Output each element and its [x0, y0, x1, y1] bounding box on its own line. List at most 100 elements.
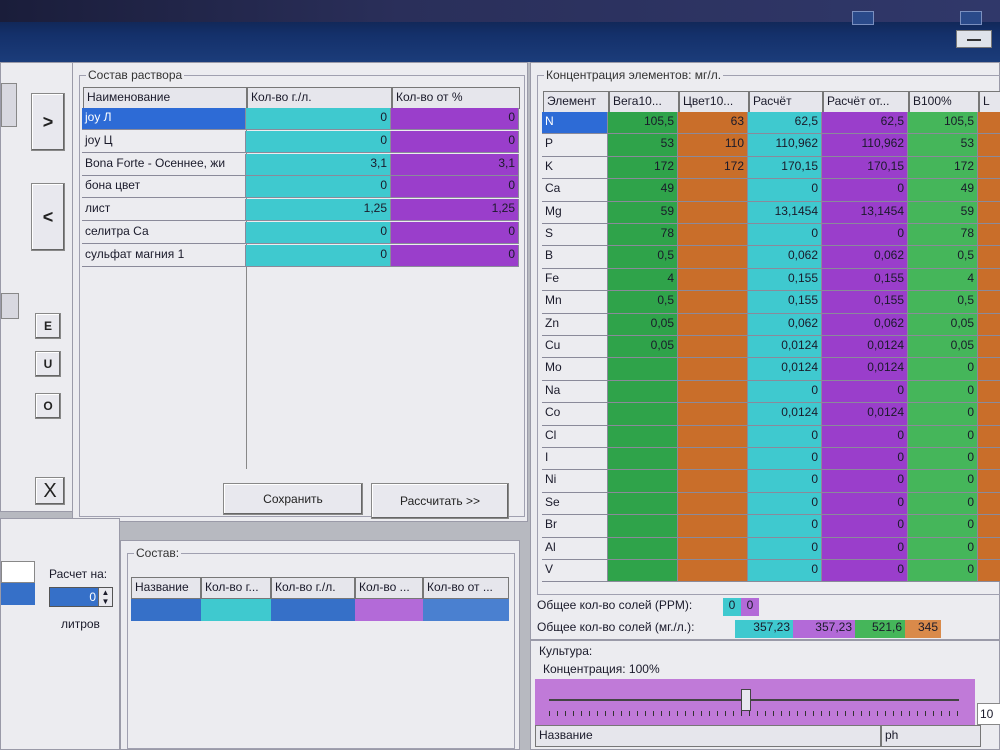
element-cell-cvet[interactable]: 63	[678, 112, 748, 135]
element-row[interactable]: Co 0,0124 0,0124 0	[542, 403, 1000, 426]
slider-thumb[interactable]	[740, 689, 751, 711]
solution-cell-grams[interactable]: 0	[246, 222, 391, 244]
element-cell-vega[interactable]	[608, 515, 678, 538]
element-cell-b100[interactable]: 0	[908, 403, 978, 426]
element-cell-cvet[interactable]	[678, 201, 748, 224]
element-cell-l[interactable]	[978, 313, 1000, 336]
element-row[interactable]: Na 0 0 0	[542, 380, 1000, 404]
element-cell-l[interactable]	[978, 515, 1000, 538]
element-cell-l[interactable]	[978, 448, 1000, 471]
element-cell-l[interactable]	[978, 380, 1000, 404]
element-cell-l[interactable]	[978, 470, 1000, 493]
element-cell-name[interactable]: Cu	[542, 336, 608, 359]
element-cell-cvet[interactable]: 172	[678, 156, 748, 180]
element-cell-calc-pct[interactable]: 0,0124	[822, 336, 908, 359]
element-cell-vega[interactable]	[608, 380, 678, 404]
element-cell-vega[interactable]: 105,5	[608, 112, 678, 135]
element-cell-vega[interactable]	[608, 560, 678, 583]
comp-col-percent[interactable]: Кол-во от ...	[423, 577, 509, 599]
element-cell-b100[interactable]: 0	[908, 425, 978, 448]
element-cell-cvet[interactable]	[678, 336, 748, 359]
element-cell-calc-pct[interactable]: 0	[822, 470, 908, 493]
solution-cell-percent[interactable]: 1,25	[391, 199, 519, 222]
element-cell-name[interactable]: S	[542, 224, 608, 247]
conc-col-vega[interactable]: Вега10...	[609, 91, 679, 113]
comp-col-grams-l[interactable]: Кол-во г./л.	[271, 577, 355, 599]
element-cell-cvet[interactable]	[678, 403, 748, 426]
taskbar-icon[interactable]	[852, 11, 874, 25]
element-row[interactable]: Mo 0,0124 0,0124 0	[542, 358, 1000, 381]
solution-cell-percent[interactable]: 0	[391, 176, 519, 199]
element-cell-calc[interactable]: 0,155	[748, 268, 822, 292]
solution-cell-grams[interactable]: 0	[246, 176, 391, 199]
o-button[interactable]: O	[35, 393, 61, 419]
element-cell-b100[interactable]: 49	[908, 179, 978, 202]
element-cell-calc-pct[interactable]: 0,062	[822, 246, 908, 269]
solution-row[interactable]: селитра Са 0 0	[82, 222, 519, 244]
element-cell-name[interactable]: Se	[542, 492, 608, 516]
element-cell-l[interactable]	[978, 358, 1000, 381]
element-cell-calc[interactable]: 110,962	[748, 134, 822, 157]
element-cell-cvet[interactable]	[678, 448, 748, 471]
element-row[interactable]: Ni 0 0 0	[542, 470, 1000, 493]
solution-cell-grams[interactable]: 0	[246, 130, 391, 153]
element-cell-cvet[interactable]: 110	[678, 134, 748, 157]
element-cell-vega[interactable]	[608, 470, 678, 493]
element-cell-calc-pct[interactable]: 0	[822, 380, 908, 404]
solution-row[interactable]: лист 1,25 1,25	[82, 199, 519, 222]
element-cell-calc-pct[interactable]: 13,1454	[822, 201, 908, 224]
element-cell-name[interactable]: V	[542, 560, 608, 583]
element-cell-l[interactable]	[978, 156, 1000, 180]
element-cell-b100[interactable]: 172	[908, 156, 978, 180]
element-cell-vega[interactable]: 59	[608, 201, 678, 224]
element-cell-b100[interactable]: 0,05	[908, 313, 978, 336]
element-cell-name[interactable]: Ca	[542, 179, 608, 202]
element-cell-name[interactable]: Br	[542, 515, 608, 538]
element-row[interactable]: B 0,5 0,062 0,062 0,5	[542, 246, 1000, 269]
element-cell-name[interactable]: Na	[542, 380, 608, 404]
solution-cell-grams[interactable]: 0	[246, 244, 391, 267]
solution-cell-grams[interactable]: 0	[246, 108, 391, 130]
solution-cell-percent[interactable]: 3,1	[391, 153, 519, 176]
element-cell-l[interactable]	[978, 134, 1000, 157]
conc-col-cvet[interactable]: Цвет10...	[679, 91, 749, 113]
conc-col-element[interactable]: Элемент	[543, 91, 609, 113]
element-row[interactable]: P 53 110 110,962 110,962 53	[542, 134, 1000, 157]
element-row[interactable]: Mg 59 13,1454 13,1454 59	[542, 201, 1000, 224]
element-cell-b100[interactable]: 78	[908, 224, 978, 247]
col-header-grams[interactable]: Кол-во г./л.	[247, 87, 392, 109]
element-cell-name[interactable]: Mg	[542, 201, 608, 224]
element-cell-calc[interactable]: 0	[748, 515, 822, 538]
element-cell-name[interactable]: Mn	[542, 291, 608, 314]
element-cell-name[interactable]: Co	[542, 403, 608, 426]
solution-cell-grams[interactable]: 3,1	[246, 153, 391, 176]
solution-cell-name[interactable]: joy Ц	[82, 130, 246, 153]
element-cell-cvet[interactable]	[678, 560, 748, 583]
element-cell-calc-pct[interactable]: 0,155	[822, 291, 908, 314]
element-cell-vega[interactable]	[608, 403, 678, 426]
element-cell-calc-pct[interactable]: 110,962	[822, 134, 908, 157]
element-cell-b100[interactable]: 0	[908, 560, 978, 583]
solution-cell-percent[interactable]: 0	[391, 130, 519, 153]
solution-cell-grams[interactable]: 1,25	[246, 199, 391, 222]
element-cell-calc[interactable]: 0	[748, 492, 822, 516]
element-cell-l[interactable]	[978, 268, 1000, 292]
add-to-solution-button[interactable]: >	[31, 93, 65, 151]
solution-cell-name[interactable]: joy Л	[82, 108, 246, 130]
element-cell-l[interactable]	[978, 224, 1000, 247]
element-cell-calc[interactable]: 0	[748, 425, 822, 448]
col-header-name[interactable]: Наименование	[83, 87, 247, 109]
settings-field[interactable]	[1, 561, 35, 583]
comp-col-grams[interactable]: Кол-во г...	[201, 577, 271, 599]
element-cell-calc-pct[interactable]: 0	[822, 492, 908, 516]
element-cell-vega[interactable]: 4	[608, 268, 678, 292]
element-cell-b100[interactable]: 0,05	[908, 336, 978, 359]
element-cell-l[interactable]	[978, 291, 1000, 314]
element-cell-calc[interactable]: 0	[748, 537, 822, 560]
element-cell-calc[interactable]: 13,1454	[748, 201, 822, 224]
element-cell-calc-pct[interactable]: 0,062	[822, 313, 908, 336]
element-cell-calc-pct[interactable]: 62,5	[822, 112, 908, 135]
element-row[interactable]: Cl 0 0 0	[542, 425, 1000, 448]
element-cell-l[interactable]	[978, 246, 1000, 269]
element-cell-vega[interactable]	[608, 425, 678, 448]
